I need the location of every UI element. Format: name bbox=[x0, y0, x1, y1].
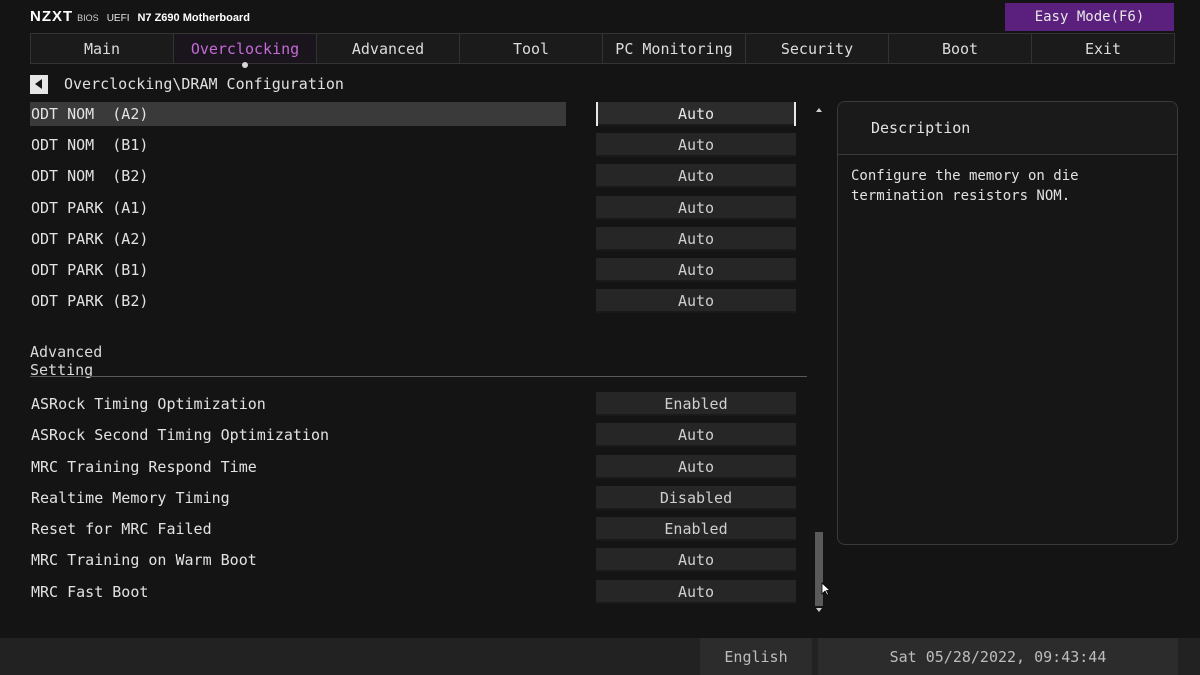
setting-reset-for-mrc-failed[interactable]: Reset for MRC Failed Enabled bbox=[30, 517, 800, 543]
setting-value[interactable]: Auto bbox=[596, 548, 796, 572]
back-button[interactable] bbox=[30, 74, 48, 94]
setting-label: ODT NOM (B1) bbox=[31, 136, 149, 154]
setting-label: ODT NOM (B2) bbox=[31, 167, 149, 185]
setting-mrc-training-respond-time[interactable]: MRC Training Respond Time Auto bbox=[30, 455, 800, 481]
setting-asrock-second-timing-optimization[interactable]: ASRock Second Timing Optimization Auto bbox=[30, 423, 800, 449]
setting-label: ODT PARK (A2) bbox=[31, 230, 149, 248]
section-title-advanced-setting: Advanced Setting bbox=[30, 343, 103, 379]
tab-pc-monitoring[interactable]: PC Monitoring bbox=[602, 33, 745, 64]
easy-mode-button[interactable]: Easy Mode(F6) bbox=[1005, 3, 1174, 31]
settings-scrollbar[interactable] bbox=[814, 104, 824, 612]
section-divider bbox=[30, 376, 807, 377]
setting-odt-nom-a2[interactable]: ODT NOM (A2) Auto bbox=[30, 102, 800, 128]
setting-value[interactable]: Auto bbox=[596, 102, 796, 126]
setting-label: Reset for MRC Failed bbox=[31, 520, 212, 538]
setting-value[interactable]: Auto bbox=[596, 164, 796, 188]
scroll-up-icon[interactable] bbox=[816, 108, 822, 112]
tab-security[interactable]: Security bbox=[745, 33, 888, 64]
setting-value[interactable]: Auto bbox=[596, 580, 796, 604]
breadcrumb-path: Overclocking\DRAM Configuration bbox=[64, 75, 344, 93]
setting-label: ODT PARK (A1) bbox=[31, 199, 149, 217]
setting-odt-nom-b1[interactable]: ODT NOM (B1) Auto bbox=[30, 133, 800, 159]
setting-label: ASRock Timing Optimization bbox=[31, 395, 266, 413]
language-selector[interactable]: English bbox=[700, 638, 812, 675]
scroll-down-icon[interactable] bbox=[816, 608, 822, 612]
back-arrow-icon bbox=[35, 79, 42, 89]
brand: NZXT BIOS UEFI N7 Z690 Motherboard bbox=[30, 8, 250, 26]
setting-label: ODT PARK (B2) bbox=[31, 292, 149, 310]
brand-uefi-label: UEFI bbox=[106, 13, 130, 24]
main-nav: Main Overclocking Advanced Tool PC Monit… bbox=[30, 33, 1175, 68]
description-panel: Description Configure the memory on die … bbox=[837, 101, 1178, 545]
setting-label: ASRock Second Timing Optimization bbox=[31, 426, 330, 444]
setting-label: ODT PARK (B1) bbox=[31, 261, 149, 279]
tab-tool[interactable]: Tool bbox=[459, 33, 602, 64]
setting-value[interactable]: Enabled bbox=[596, 392, 796, 416]
setting-realtime-memory-timing[interactable]: Realtime Memory Timing Disabled bbox=[30, 486, 800, 512]
motherboard-model: N7 Z690 Motherboard bbox=[137, 12, 250, 24]
setting-value[interactable]: Auto bbox=[596, 133, 796, 157]
setting-mrc-fast-boot[interactable]: MRC Fast Boot Auto bbox=[30, 580, 800, 606]
description-text: Configure the memory on die termination … bbox=[851, 168, 1079, 204]
brand-bios-label: BIOS bbox=[77, 13, 99, 23]
setting-label: MRC Training Respond Time bbox=[31, 458, 257, 476]
breadcrumb: Overclocking\DRAM Configuration bbox=[30, 73, 344, 95]
mouse-cursor-icon bbox=[821, 582, 831, 596]
tab-main[interactable]: Main bbox=[30, 33, 173, 64]
setting-label: ODT NOM (A2) bbox=[31, 105, 149, 123]
setting-asrock-timing-optimization[interactable]: ASRock Timing Optimization Enabled bbox=[30, 392, 800, 418]
setting-label: MRC Training on Warm Boot bbox=[31, 551, 257, 569]
setting-odt-park-a1[interactable]: ODT PARK (A1) Auto bbox=[30, 196, 800, 222]
setting-value[interactable]: Auto bbox=[596, 258, 796, 282]
description-header: Description bbox=[838, 102, 1177, 155]
description-title: Description bbox=[871, 119, 971, 137]
footer: English Sat 05/28/2022, 09:43:44 bbox=[0, 638, 1200, 675]
tab-advanced[interactable]: Advanced bbox=[316, 33, 459, 64]
setting-label: Realtime Memory Timing bbox=[31, 489, 230, 507]
setting-odt-park-a2[interactable]: ODT PARK (A2) Auto bbox=[30, 227, 800, 253]
tab-exit[interactable]: Exit bbox=[1031, 33, 1175, 64]
setting-mrc-training-on-warm-boot[interactable]: MRC Training on Warm Boot Auto bbox=[30, 548, 800, 574]
setting-odt-nom-b2[interactable]: ODT NOM (B2) Auto bbox=[30, 164, 800, 190]
setting-value[interactable]: Auto bbox=[596, 196, 796, 220]
setting-value[interactable]: Enabled bbox=[596, 517, 796, 541]
datetime-display: Sat 05/28/2022, 09:43:44 bbox=[818, 638, 1178, 675]
setting-value[interactable]: Auto bbox=[596, 455, 796, 479]
setting-value[interactable]: Auto bbox=[596, 289, 796, 313]
setting-value[interactable]: Auto bbox=[596, 227, 796, 251]
brand-logo: NZXT bbox=[30, 8, 74, 25]
setting-value[interactable]: Disabled bbox=[596, 486, 796, 510]
top-bar: NZXT BIOS UEFI N7 Z690 Motherboard Easy … bbox=[0, 0, 1200, 33]
tab-boot[interactable]: Boot bbox=[888, 33, 1031, 64]
setting-odt-park-b2[interactable]: ODT PARK (B2) Auto bbox=[30, 289, 800, 315]
setting-odt-park-b1[interactable]: ODT PARK (B1) Auto bbox=[30, 258, 800, 284]
tab-overclocking[interactable]: Overclocking bbox=[173, 33, 316, 68]
setting-label: MRC Fast Boot bbox=[31, 583, 149, 601]
setting-value[interactable]: Auto bbox=[596, 423, 796, 447]
